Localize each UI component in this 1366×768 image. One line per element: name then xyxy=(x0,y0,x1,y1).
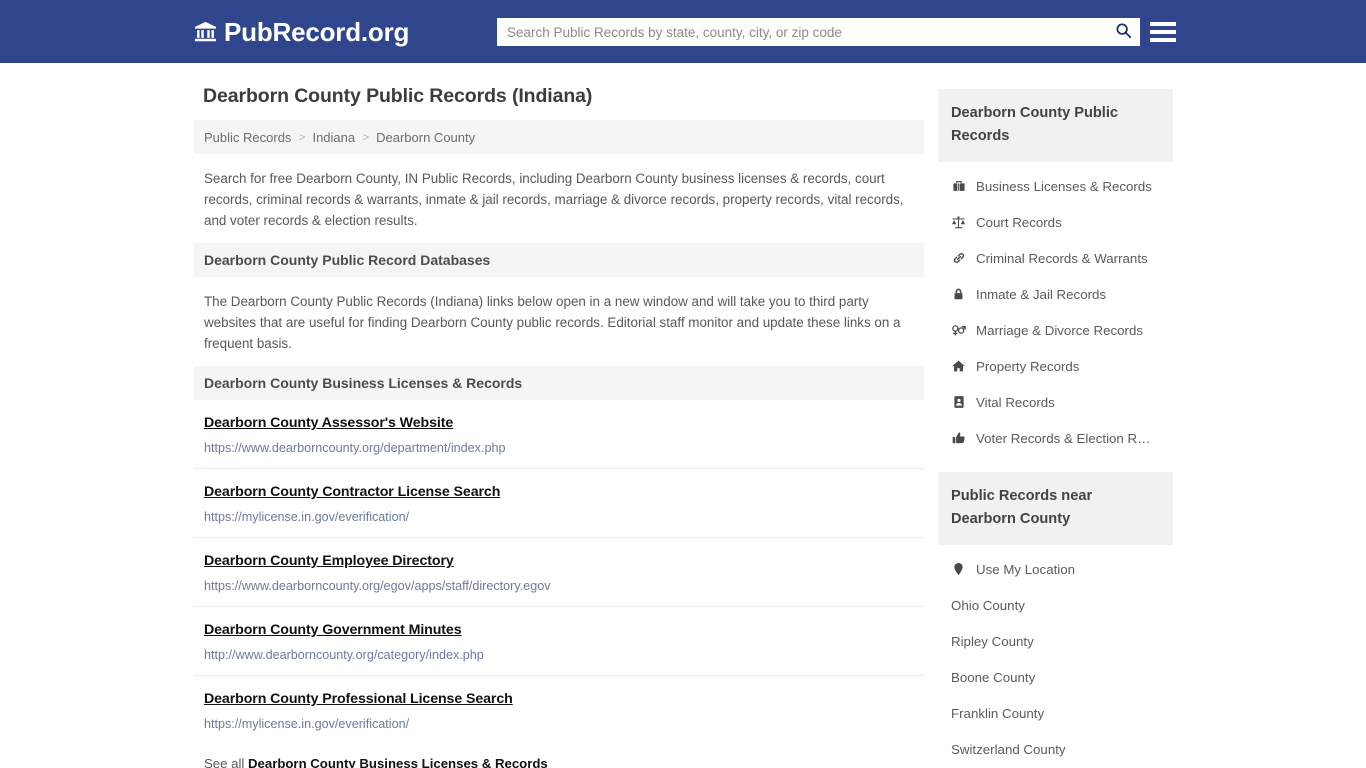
breadcrumb: Public Records > Indiana > Dearborn Coun… xyxy=(194,120,924,154)
bank-building-icon xyxy=(194,20,217,43)
sidebar-item-label: Ripley County xyxy=(951,633,1034,649)
sidebar-item-switzerland-county[interactable]: Switzerland County xyxy=(938,731,1173,767)
sidebar-item-label: Property Records xyxy=(976,358,1080,374)
sidebar-heading-nearby: Public Records near Dearborn County xyxy=(938,472,1173,545)
record-link-title[interactable]: Dearborn County Government Minutes xyxy=(204,622,462,638)
sidebar-item-label: Ohio County xyxy=(951,597,1025,613)
record-link-row[interactable]: Dearborn County Contractor License Searc… xyxy=(194,469,924,538)
section-heading-databases: Dearborn County Public Record Databases xyxy=(194,243,924,277)
site-header: PubRecord.org xyxy=(0,0,1366,63)
sidebar-item-label: Inmate & Jail Records xyxy=(976,286,1107,302)
sidebar-item-boone-county[interactable]: Boone County xyxy=(938,659,1173,695)
record-link-url[interactable]: http://www.dearborncounty.org/category/i… xyxy=(204,648,914,662)
sidebar-item-property-records[interactable]: Property Records xyxy=(938,348,1173,384)
record-link-row[interactable]: Dearborn County Assessor's Website https… xyxy=(194,400,924,469)
sidebar-item-criminal-records[interactable]: Criminal Records & Warrants xyxy=(938,240,1173,276)
search-input[interactable] xyxy=(498,19,1107,45)
record-link-row[interactable]: Dearborn County Professional License Sea… xyxy=(194,676,924,744)
breadcrumb-item-indiana[interactable]: Indiana xyxy=(312,130,355,145)
breadcrumb-item-public-records[interactable]: Public Records xyxy=(204,130,291,145)
sidebar-item-label: Criminal Records & Warrants xyxy=(976,250,1148,266)
breadcrumb-separator: > xyxy=(298,130,306,144)
sidebar-item-marriage-divorce-records[interactable]: Marriage & Divorce Records xyxy=(938,312,1173,348)
sidebar-item-label: Use My Location xyxy=(976,561,1076,577)
record-link-title[interactable]: Dearborn County Professional License Sea… xyxy=(204,691,513,707)
sidebar-item-inmate-jail-records[interactable]: Inmate & Jail Records xyxy=(938,276,1173,312)
site-logo-text: PubRecord.org xyxy=(224,16,410,47)
record-link-url[interactable]: https://www.dearborncounty.org/departmen… xyxy=(204,441,914,455)
sidebar-item-label: Marriage & Divorce Records xyxy=(976,322,1144,338)
sidebar-item-label: Vital Records xyxy=(976,394,1055,410)
databases-description: The Dearborn County Public Records (Indi… xyxy=(204,294,901,351)
see-all-row: See all Dearborn County Business License… xyxy=(194,744,924,768)
record-link-title[interactable]: Dearborn County Employee Directory xyxy=(204,553,454,569)
page-title: Dearborn County Public Records (Indiana) xyxy=(203,85,593,107)
record-link-row[interactable]: Dearborn County Government Minutes http:… xyxy=(194,607,924,676)
record-link-url[interactable]: https://www.dearborncounty.org/egov/apps… xyxy=(204,579,914,593)
sidebar-item-franklin-county[interactable]: Franklin County xyxy=(938,695,1173,731)
sidebar-item-label: Franklin County xyxy=(951,705,1045,721)
breadcrumb-item-dearborn-county: Dearborn County xyxy=(376,129,476,145)
section-heading-business-licenses: Dearborn County Business Licenses & Reco… xyxy=(194,366,924,400)
hamburger-bar xyxy=(1150,30,1176,34)
id-badge-icon xyxy=(951,395,966,410)
breadcrumb-separator: > xyxy=(362,130,370,144)
search-button[interactable] xyxy=(1107,19,1139,45)
chain-link-icon xyxy=(951,251,966,266)
thumbs-up-icon xyxy=(951,431,966,446)
sidebar-item-voter-records[interactable]: Voter Records & Election R… xyxy=(938,420,1173,456)
see-all-prefix: See all xyxy=(204,756,245,768)
record-link-title[interactable]: Dearborn County Assessor's Website xyxy=(204,415,453,431)
home-icon xyxy=(951,359,966,374)
venus-mars-icon xyxy=(951,323,966,338)
record-link-row[interactable]: Dearborn County Employee Directory https… xyxy=(194,538,924,607)
site-logo[interactable]: PubRecord.org xyxy=(194,19,409,45)
hamburger-bar xyxy=(1150,22,1176,26)
record-link-title[interactable]: Dearborn County Contractor License Searc… xyxy=(204,484,500,500)
sidebar-item-label: Business Licenses & Records xyxy=(976,178,1152,194)
hamburger-bar xyxy=(1150,38,1176,42)
main-content: Dearborn County Public Records (Indiana)… xyxy=(194,85,924,768)
lock-icon xyxy=(951,287,966,302)
sidebar-item-vital-records[interactable]: Vital Records xyxy=(938,384,1173,420)
map-pin-icon xyxy=(951,562,966,577)
sidebar-item-ohio-county[interactable]: Ohio County xyxy=(938,587,1173,623)
sidebar-item-business-licenses[interactable]: Business Licenses & Records xyxy=(938,168,1173,204)
sidebar-panel-records: Dearborn County Public Records Business … xyxy=(938,89,1173,456)
briefcase-icon xyxy=(951,179,966,194)
sidebar-nearby-list: Use My Location Ohio County Ripley Count… xyxy=(938,545,1173,767)
sidebar-item-ripley-county[interactable]: Ripley County xyxy=(938,623,1173,659)
sidebar-item-label: Boone County xyxy=(951,669,1036,685)
sidebar-item-use-my-location[interactable]: Use My Location xyxy=(938,551,1173,587)
sidebar-heading-records: Dearborn County Public Records xyxy=(938,89,1173,162)
sidebar-item-label: Court Records xyxy=(976,214,1062,230)
record-link-url[interactable]: https://mylicense.in.gov/everification/ xyxy=(204,510,914,524)
see-all-link[interactable]: Dearborn County Business Licenses & Reco… xyxy=(248,756,548,768)
intro-paragraph: Search for free Dearborn County, IN Publ… xyxy=(204,171,904,228)
search-icon xyxy=(1115,22,1132,42)
sidebar-records-list: Business Licenses & Records Court Record… xyxy=(938,162,1173,456)
record-link-url[interactable]: https://mylicense.in.gov/everification/ xyxy=(204,717,914,731)
search-bar xyxy=(497,18,1140,46)
sidebar-panel-nearby: Public Records near Dearborn County Use … xyxy=(938,472,1173,767)
sidebar-item-court-records[interactable]: Court Records xyxy=(938,204,1173,240)
page-container: Dearborn County Public Records (Indiana)… xyxy=(0,63,1366,768)
balance-scale-icon xyxy=(951,215,966,230)
sidebar-item-label: Switzerland County xyxy=(951,741,1066,757)
hamburger-menu-icon[interactable] xyxy=(1150,19,1176,45)
sidebar-item-label: Voter Records & Election R… xyxy=(976,430,1151,446)
sidebar: Dearborn County Public Records Business … xyxy=(938,85,1173,768)
